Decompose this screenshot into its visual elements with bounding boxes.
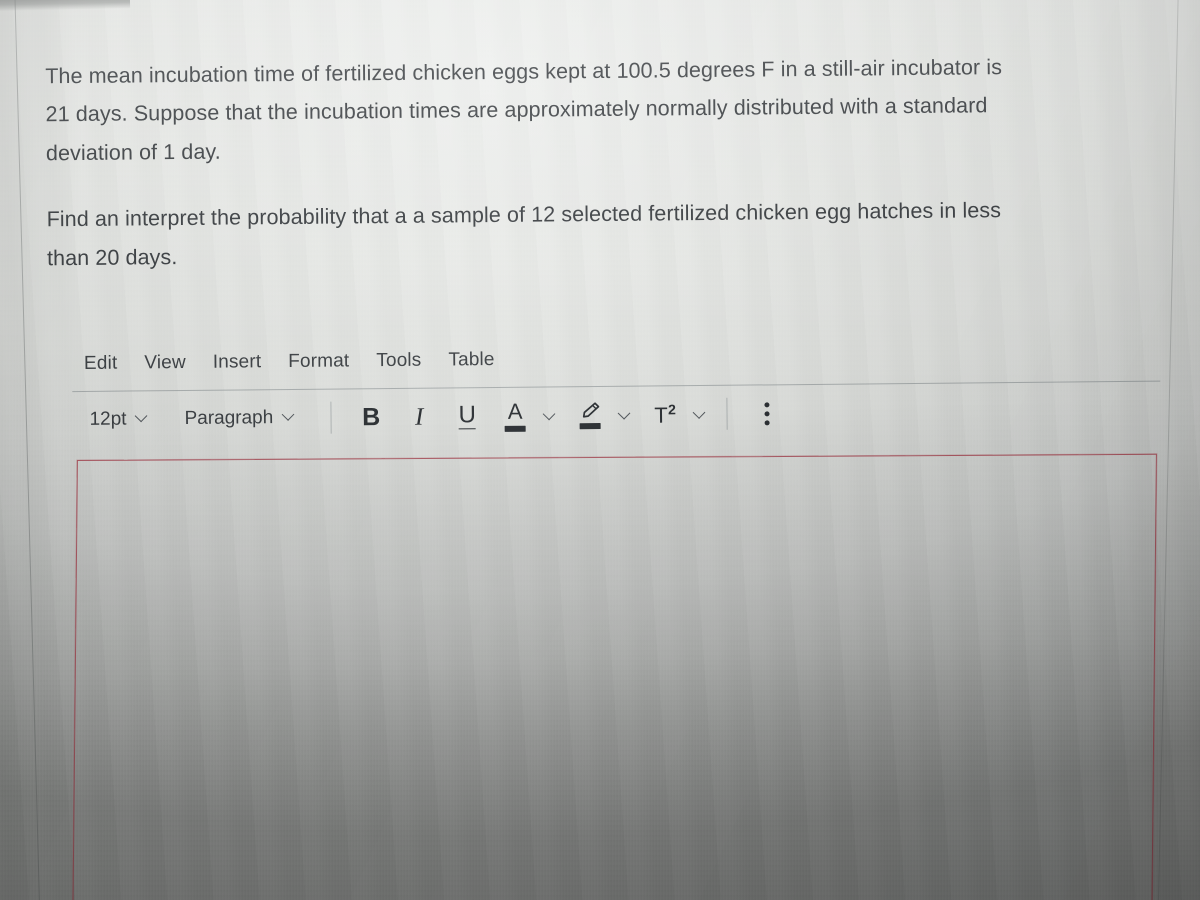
font-size-select[interactable]: 12pt: [80, 404, 157, 435]
superscript-control[interactable]: T2: [641, 394, 710, 435]
menu-item-table[interactable]: Table: [435, 346, 508, 375]
chevron-down-icon: [282, 409, 295, 422]
menu-item-format[interactable]: Format: [275, 347, 363, 376]
block-format-value: Paragraph: [184, 407, 274, 429]
superscript-exponent: 2: [667, 401, 677, 418]
highlight-button[interactable]: [566, 395, 614, 435]
text-color-letter: A: [507, 398, 523, 424]
chevron-down-icon: [135, 410, 148, 423]
superscript-base: T: [654, 402, 669, 428]
chevron-down-icon[interactable]: [543, 408, 556, 421]
highlight-color-swatch: [579, 422, 601, 430]
superscript-button[interactable]: T2: [641, 394, 689, 434]
toolbar-separator: [726, 397, 728, 430]
text-color-icon: A: [504, 398, 526, 432]
more-options-button[interactable]: [743, 393, 791, 433]
menu-item-insert[interactable]: Insert: [200, 348, 276, 377]
question-line: deviation of 1 day.: [45, 139, 221, 166]
underline-icon: U: [458, 401, 477, 430]
kebab-dot: [764, 401, 770, 407]
text-color-button[interactable]: A: [491, 396, 539, 436]
question-line: 21 days. Suppose that the incubation tim…: [45, 93, 988, 127]
text-color-swatch: [504, 425, 526, 432]
font-size-value: 12pt: [89, 408, 127, 430]
question-line: The mean incubation time of fertilized c…: [45, 55, 1003, 89]
menu-item-view[interactable]: View: [131, 349, 200, 378]
kebab-dot: [764, 410, 770, 416]
pen-glyph: [579, 401, 601, 420]
bold-icon: B: [362, 402, 381, 431]
underline-button[interactable]: U: [443, 396, 491, 436]
bold-button[interactable]: B: [347, 397, 395, 437]
question-line: Find an interpret the probability that a…: [46, 198, 1002, 232]
highlighter-icon: [579, 401, 601, 430]
menu-item-tools[interactable]: Tools: [363, 347, 435, 376]
page-content: The mean incubation time of fertilized c…: [0, 0, 1200, 900]
menu-item-edit[interactable]: Edit: [78, 349, 132, 378]
question-paragraph-2: Find an interpret the probability that a…: [46, 190, 1159, 278]
answer-editor-textarea[interactable]: [71, 453, 1157, 900]
kebab-icon: [764, 401, 770, 425]
kebab-dot: [764, 419, 770, 425]
highlight-color-control[interactable]: [566, 395, 641, 436]
chevron-down-icon[interactable]: [693, 406, 706, 419]
block-format-select[interactable]: Paragraph: [175, 403, 304, 434]
screen-photo: The mean incubation time of fertilized c…: [0, 0, 1200, 900]
italic-button[interactable]: I: [395, 397, 443, 437]
question-line: than 20 days.: [46, 244, 178, 271]
question-paragraph-1: The mean incubation time of fertilized c…: [45, 47, 1158, 173]
chevron-down-icon[interactable]: [618, 407, 631, 420]
editor-toolbar: 12pt Paragraph B I U A T2: [72, 382, 1162, 448]
question-prose: The mean incubation time of fertilized c…: [45, 47, 1159, 278]
toolbar-separator: [330, 401, 332, 434]
rich-text-editor: Edit View Insert Format Tools Table 12pt…: [72, 333, 1163, 448]
italic-icon: I: [414, 403, 424, 431]
editor-menubar: Edit View Insert Format Tools Table: [72, 333, 1162, 385]
superscript-icon: T2: [654, 401, 677, 428]
text-color-control[interactable]: A: [491, 395, 566, 436]
